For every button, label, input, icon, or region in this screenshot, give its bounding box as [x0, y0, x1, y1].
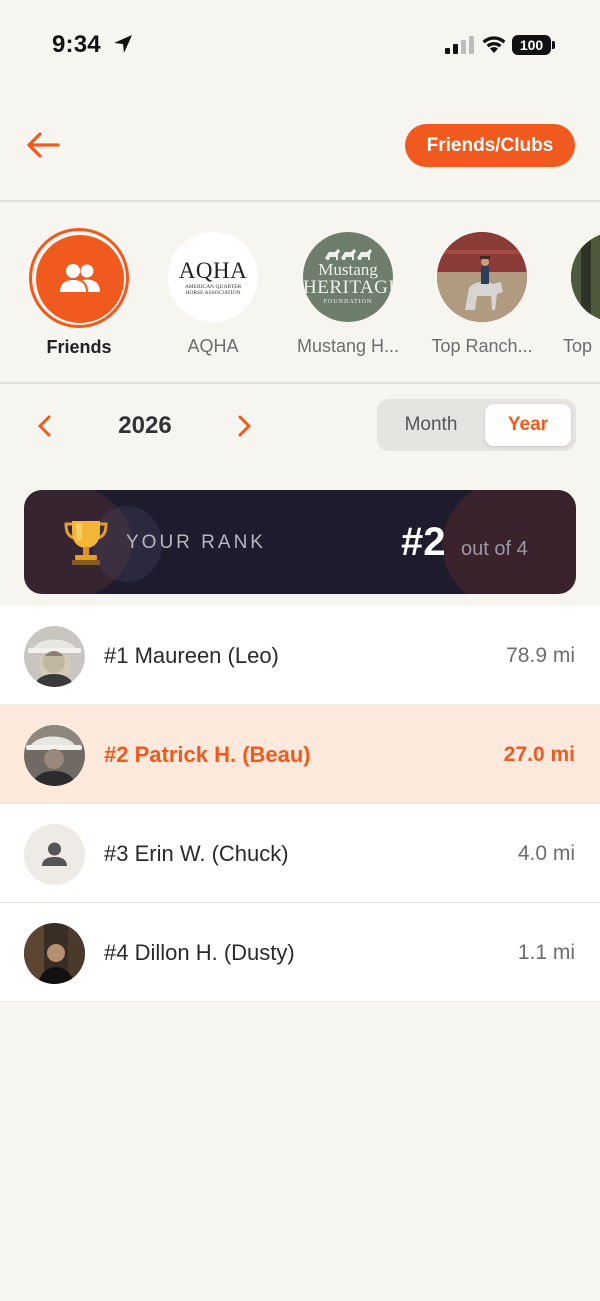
your-rank-card: YOUR RANK #2 out of 4: [24, 490, 576, 594]
segment-year[interactable]: Year: [485, 404, 571, 446]
your-rank-label: YOUR RANK: [126, 532, 266, 553]
club-label: AQHA: [187, 336, 239, 356]
chevron-left-icon[interactable]: [32, 413, 58, 439]
leaderboard-row[interactable]: #1 Maureen (Leo) 78.9 mi: [0, 606, 600, 705]
avatar: [24, 725, 85, 786]
avatar: [24, 626, 85, 687]
status-time: 9:34: [52, 31, 101, 58]
battery-level: 100: [512, 35, 551, 55]
divider: [0, 200, 600, 202]
trophy-icon: [64, 521, 108, 565]
leaderboard-distance: 4.0 mi: [517, 842, 575, 865]
leaderboard-name: #2 Patrick H. (Beau): [104, 742, 311, 767]
month-year-toggle: Month Year: [377, 399, 576, 451]
back-arrow-icon[interactable]: [24, 125, 64, 165]
top-ranch-photo: [437, 232, 527, 322]
club-item-aqha[interactable]: AQHA AMERICAN QUARTER HORSE ASSOCIATION …: [146, 228, 280, 357]
leaderboard-distance: 78.9 mi: [506, 644, 575, 667]
status-bar: 9:34 100: [0, 0, 600, 90]
club-item-top[interactable]: Top: [549, 228, 600, 357]
person-icon: [42, 842, 67, 866]
aqha-logo: AQHA AMERICAN QUARTER HORSE ASSOCIATION: [168, 232, 258, 322]
leaderboard-row[interactable]: #4 Dillon H. (Dusty) 1.1 mi: [0, 903, 600, 1002]
battery-icon: 100: [512, 35, 556, 55]
leaderboard-row-current-user[interactable]: #2 Patrick H. (Beau) 27.0 mi: [0, 705, 600, 804]
location-arrow-icon: [114, 35, 132, 53]
leaderboard-list: #1 Maureen (Leo) 78.9 mi #2 Patrick H. (…: [0, 606, 600, 1002]
leaderboard-distance: 1.1 mi: [517, 941, 575, 964]
segment-month[interactable]: Month: [377, 399, 485, 451]
club-label: Friends: [46, 337, 112, 357]
cellular-signal-icon: [445, 36, 474, 54]
leaderboard-row[interactable]: #3 Erin W. (Chuck) 4.0 mi: [0, 804, 600, 903]
divider: [0, 382, 600, 384]
chevron-right-icon[interactable]: [231, 413, 257, 439]
club-label: Mustang H...: [296, 336, 400, 356]
leaderboard-name: #1 Maureen (Leo): [104, 643, 279, 668]
club-item-mustang-heritage[interactable]: Mustang HERITAGE FOUNDATION Mustang H...: [281, 228, 415, 357]
club-label: Top Ranch...: [431, 336, 533, 356]
club-item-friends[interactable]: Friends: [12, 228, 146, 358]
wifi-icon: [482, 36, 506, 53]
rank-number: #2: [401, 520, 446, 564]
club-item-top-ranch[interactable]: Top Ranch...: [415, 228, 549, 357]
year-label: 2026: [118, 412, 172, 439]
leaderboard-distance: 27.0 mi: [503, 743, 575, 766]
leaderboard-name: #4 Dillon H. (Dusty): [104, 940, 295, 965]
avatar: [24, 923, 85, 984]
period-selector: 2026 Month Year: [0, 385, 600, 465]
friends-clubs-button[interactable]: Friends/Clubs: [405, 124, 575, 167]
top-club-photo: [571, 232, 600, 322]
friends-group-icon: [60, 264, 100, 292]
clubs-selector: Friends AQHA AMERICAN QUARTER HORSE ASSO…: [0, 203, 600, 383]
friends-avatar-selected: [29, 228, 129, 328]
avatar-placeholder: [24, 824, 85, 885]
mustang-heritage-logo: Mustang HERITAGE FOUNDATION: [303, 232, 393, 322]
club-label: Top: [563, 336, 593, 356]
leaderboard-name: #3 Erin W. (Chuck): [104, 841, 289, 866]
rank-total: out of 4: [461, 538, 528, 560]
